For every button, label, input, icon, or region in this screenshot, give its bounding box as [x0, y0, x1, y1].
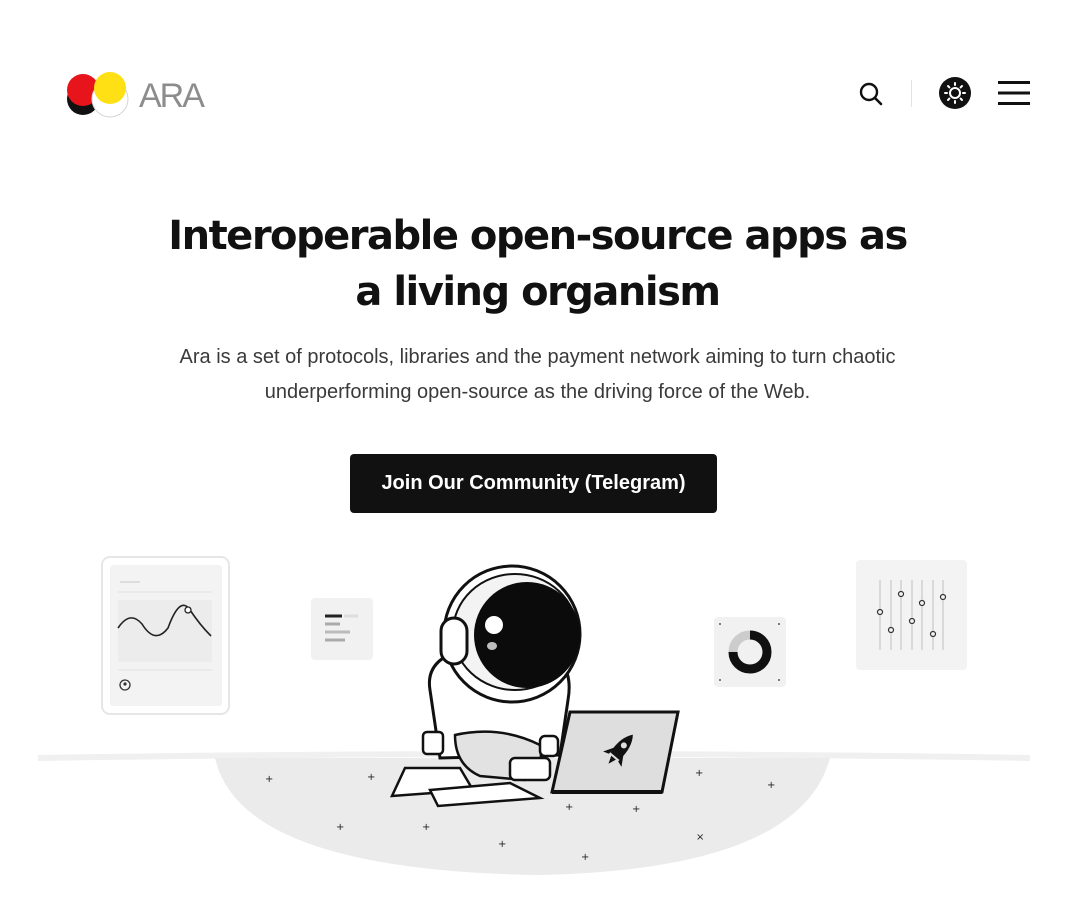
search-icon [859, 82, 883, 106]
svg-text:+: + [767, 780, 775, 791]
hero-illustration: +++ +++ +++ ×++ [0, 540, 1075, 892]
svg-text:+: + [336, 822, 344, 833]
hamburger-menu-icon [998, 81, 1030, 105]
theme-toggle-button[interactable] [939, 77, 971, 109]
svg-text:+: + [695, 768, 703, 779]
site-header: ARA [0, 0, 1075, 190]
svg-text:+: + [422, 822, 430, 833]
text-list-card [311, 598, 373, 660]
logo-link[interactable]: ARA [66, 72, 216, 118]
search-button[interactable] [856, 79, 886, 109]
sun-icon [944, 82, 966, 104]
svg-text:+: + [581, 852, 589, 863]
svg-text:+: + [265, 774, 273, 785]
join-community-button[interactable]: Join Our Community (Telegram) [350, 454, 717, 513]
line-chart-card [101, 556, 230, 715]
svg-text:+: + [498, 839, 506, 850]
astronaut-illustration [389, 564, 680, 808]
svg-text:+: + [632, 804, 640, 815]
donut-chart-card [714, 617, 786, 687]
svg-text:×: × [696, 832, 704, 843]
hero-title: Interoperable open-source apps as a livi… [168, 213, 908, 315]
logo-icon [66, 72, 132, 118]
sliders-card [856, 560, 967, 670]
header-divider [911, 80, 912, 107]
svg-text:+: + [367, 772, 375, 783]
logo-text: ARA [139, 76, 205, 115]
hero-description: Ara is a set of protocols, libraries and… [179, 346, 896, 403]
svg-text:+: + [565, 802, 573, 813]
menu-button[interactable] [997, 80, 1031, 106]
